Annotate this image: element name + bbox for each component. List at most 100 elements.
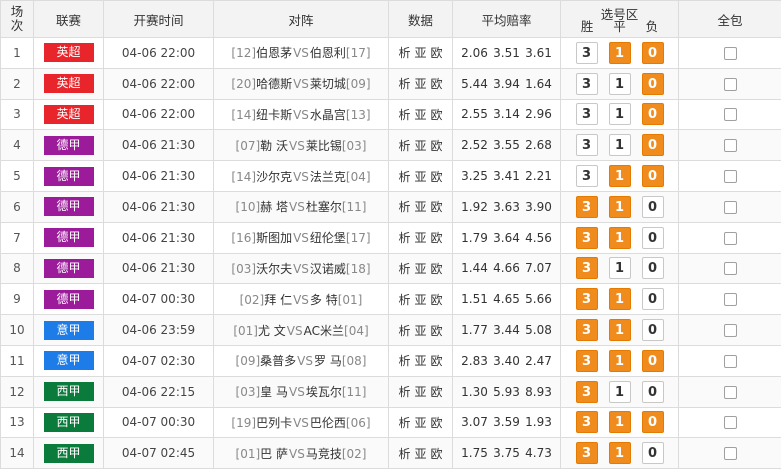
euro-odds-link[interactable]: 欧 — [431, 108, 443, 122]
home-team[interactable]: 哈德斯 — [256, 77, 292, 91]
pick-win-button[interactable]: 3 — [575, 41, 598, 64]
pick-lose-button[interactable]: 0 — [641, 195, 664, 218]
pick-draw-button[interactable]: 1 — [608, 226, 631, 249]
pick-lose-button[interactable]: 0 — [641, 165, 664, 188]
asian-odds-link[interactable]: 亚 — [414, 231, 426, 245]
asian-odds-link[interactable]: 亚 — [414, 385, 426, 399]
asian-odds-link[interactable]: 亚 — [414, 77, 426, 91]
euro-odds-link[interactable]: 欧 — [431, 416, 443, 430]
league-badge[interactable]: 英超 — [43, 74, 94, 94]
away-team[interactable]: AC米兰 — [304, 324, 344, 338]
pick-draw-button[interactable]: 1 — [608, 257, 631, 280]
away-team[interactable]: 罗 马 — [314, 354, 342, 368]
select-all-checkbox[interactable] — [723, 170, 737, 184]
away-team[interactable]: 水晶宫 — [310, 108, 346, 122]
pick-win-button[interactable]: 3 — [575, 380, 598, 403]
pick-win-button[interactable]: 3 — [575, 72, 598, 95]
pick-lose-button[interactable]: 0 — [641, 442, 664, 465]
analysis-link[interactable]: 析 — [398, 231, 410, 245]
pick-draw-button[interactable]: 1 — [608, 195, 631, 218]
analysis-link[interactable]: 析 — [398, 385, 410, 399]
pick-draw-button[interactable]: 1 — [608, 288, 631, 311]
pick-draw-button[interactable]: 1 — [608, 319, 631, 342]
pick-win-button[interactable]: 3 — [575, 288, 598, 311]
asian-odds-link[interactable]: 亚 — [414, 324, 426, 338]
home-team[interactable]: 尤 文 — [258, 324, 286, 338]
analysis-link[interactable]: 析 — [398, 262, 410, 276]
pick-lose-button[interactable]: 0 — [641, 103, 664, 126]
analysis-link[interactable]: 析 — [398, 293, 410, 307]
analysis-link[interactable]: 析 — [398, 77, 410, 91]
select-all-checkbox[interactable] — [723, 108, 737, 122]
away-team[interactable]: 法兰克 — [310, 170, 346, 184]
away-team[interactable]: 马竞技 — [306, 447, 342, 461]
home-team[interactable]: 皇 马 — [260, 385, 288, 399]
pick-draw-button[interactable]: 1 — [608, 380, 631, 403]
select-all-checkbox[interactable] — [723, 354, 737, 368]
league-badge[interactable]: 德甲 — [43, 166, 94, 186]
league-badge[interactable]: 西甲 — [43, 443, 94, 463]
league-badge[interactable]: 西甲 — [43, 412, 94, 432]
pick-win-button[interactable]: 3 — [575, 103, 598, 126]
pick-win-button[interactable]: 3 — [575, 165, 598, 188]
select-all-checkbox[interactable] — [723, 46, 737, 60]
pick-draw-button[interactable]: 1 — [608, 72, 631, 95]
pick-lose-button[interactable]: 0 — [641, 257, 664, 280]
pick-win-button[interactable]: 3 — [575, 319, 598, 342]
select-all-checkbox[interactable] — [723, 231, 737, 245]
pick-lose-button[interactable]: 0 — [641, 226, 664, 249]
league-badge[interactable]: 德甲 — [43, 197, 94, 217]
select-all-checkbox[interactable] — [723, 324, 737, 338]
away-team[interactable]: 多 特 — [310, 293, 338, 307]
pick-lose-button[interactable]: 0 — [641, 41, 664, 64]
asian-odds-link[interactable]: 亚 — [414, 46, 426, 60]
asian-odds-link[interactable]: 亚 — [414, 170, 426, 184]
home-team[interactable]: 纽卡斯 — [256, 108, 292, 122]
select-all-checkbox[interactable] — [723, 293, 737, 307]
asian-odds-link[interactable]: 亚 — [414, 200, 426, 214]
pick-win-button[interactable]: 3 — [575, 349, 598, 372]
league-badge[interactable]: 西甲 — [43, 382, 94, 402]
euro-odds-link[interactable]: 欧 — [431, 447, 443, 461]
euro-odds-link[interactable]: 欧 — [431, 324, 443, 338]
euro-odds-link[interactable]: 欧 — [431, 262, 443, 276]
pick-draw-button[interactable]: 1 — [608, 349, 631, 372]
pick-win-button[interactable]: 3 — [575, 226, 598, 249]
pick-lose-button[interactable]: 0 — [641, 380, 664, 403]
euro-odds-link[interactable]: 欧 — [431, 200, 443, 214]
away-team[interactable]: 汉诺威 — [310, 262, 346, 276]
euro-odds-link[interactable]: 欧 — [431, 354, 443, 368]
pick-lose-button[interactable]: 0 — [641, 349, 664, 372]
home-team[interactable]: 勒 沃 — [260, 139, 288, 153]
pick-draw-button[interactable]: 1 — [608, 411, 631, 434]
home-team[interactable]: 赫 塔 — [260, 200, 288, 214]
analysis-link[interactable]: 析 — [398, 200, 410, 214]
league-badge[interactable]: 意甲 — [43, 320, 94, 340]
pick-draw-button[interactable]: 1 — [608, 165, 631, 188]
analysis-link[interactable]: 析 — [398, 139, 410, 153]
asian-odds-link[interactable]: 亚 — [414, 354, 426, 368]
pick-draw-button[interactable]: 1 — [608, 41, 631, 64]
select-all-checkbox[interactable] — [723, 200, 737, 214]
euro-odds-link[interactable]: 欧 — [431, 293, 443, 307]
pick-draw-button[interactable]: 1 — [608, 442, 631, 465]
select-all-checkbox[interactable] — [723, 416, 737, 430]
home-team[interactable]: 巴列卡 — [256, 416, 292, 430]
pick-lose-button[interactable]: 0 — [641, 72, 664, 95]
analysis-link[interactable]: 析 — [398, 416, 410, 430]
asian-odds-link[interactable]: 亚 — [414, 139, 426, 153]
league-badge[interactable]: 英超 — [43, 104, 94, 124]
pick-win-button[interactable]: 3 — [575, 411, 598, 434]
away-team[interactable]: 巴伦西 — [310, 416, 346, 430]
away-team[interactable]: 莱比锡 — [306, 139, 342, 153]
home-team[interactable]: 桑普多 — [260, 354, 296, 368]
asian-odds-link[interactable]: 亚 — [414, 293, 426, 307]
asian-odds-link[interactable]: 亚 — [414, 416, 426, 430]
league-badge[interactable]: 英超 — [43, 43, 94, 63]
analysis-link[interactable]: 析 — [398, 170, 410, 184]
away-team[interactable]: 莱切城 — [310, 77, 346, 91]
pick-lose-button[interactable]: 0 — [641, 288, 664, 311]
pick-lose-button[interactable]: 0 — [641, 319, 664, 342]
select-all-checkbox[interactable] — [723, 385, 737, 399]
away-team[interactable]: 伯恩利 — [310, 46, 346, 60]
